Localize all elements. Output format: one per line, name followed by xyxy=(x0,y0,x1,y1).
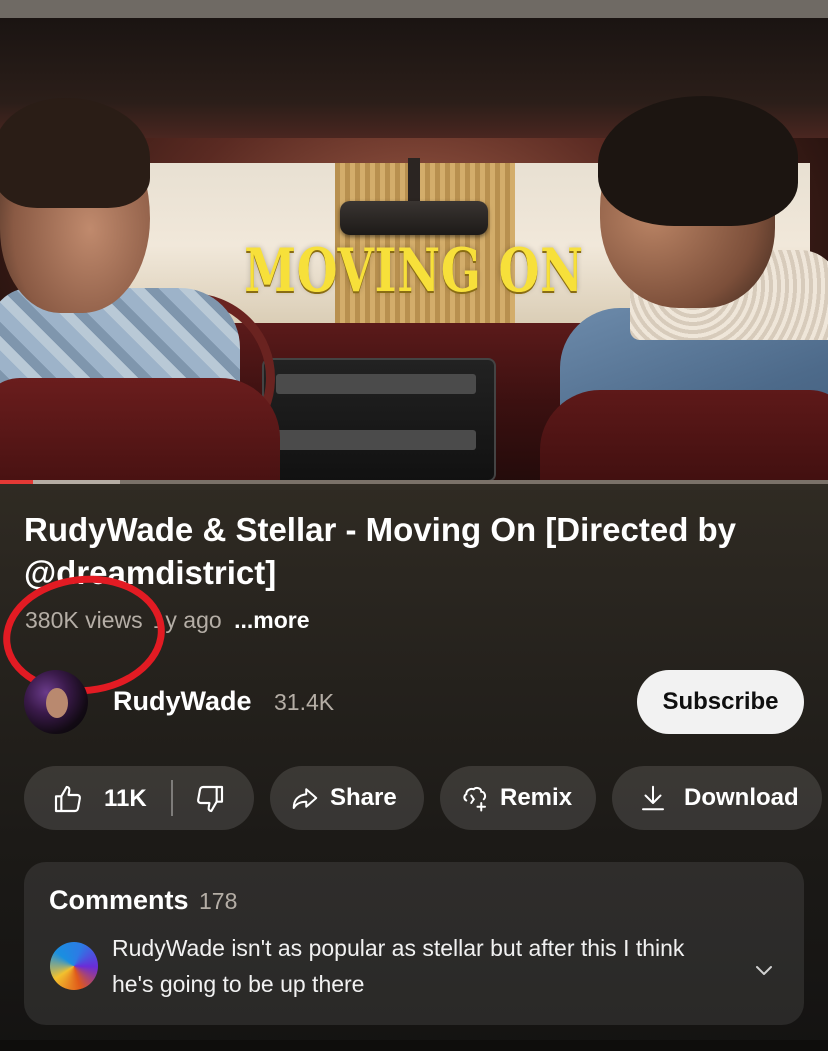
video-scene-console-panel xyxy=(276,374,476,394)
comments-panel[interactable]: Comments 178 RudyWade isn't as popular a… xyxy=(24,862,804,1025)
channel-avatar[interactable] xyxy=(24,670,88,734)
download-icon xyxy=(642,785,664,811)
share-arrow-icon xyxy=(292,788,318,809)
status-strip xyxy=(0,0,828,18)
channel-name[interactable]: RudyWade xyxy=(113,686,252,717)
remix-button[interactable]: Remix xyxy=(440,766,596,830)
remix-icon xyxy=(463,786,487,812)
commenter-avatar xyxy=(50,942,98,990)
video-scene-mirror xyxy=(340,201,488,235)
video-scene-seat-right xyxy=(540,390,828,482)
thumbs-down-icon xyxy=(197,785,224,813)
download-label: Download xyxy=(684,784,799,811)
share-label: Share xyxy=(330,784,397,811)
like-divider xyxy=(171,780,173,816)
video-scene-seat-left xyxy=(0,378,280,482)
comments-count: 178 xyxy=(198,888,238,914)
video-player[interactable]: MOVING ON xyxy=(0,18,828,482)
like-count: 11K xyxy=(104,785,147,812)
share-button[interactable]: Share xyxy=(270,766,424,830)
top-comment-text: RudyWade isn't as popular as stellar but… xyxy=(112,935,685,997)
more-link[interactable]: ...more xyxy=(234,607,309,633)
download-button[interactable]: Download xyxy=(612,766,822,830)
video-scene-mirror-stem xyxy=(408,158,420,203)
channel-row: RudyWade 31.4K Subscribe xyxy=(24,670,804,734)
subscriber-count: 31.4K xyxy=(274,689,335,715)
comments-title: Comments xyxy=(49,885,189,915)
subscribe-button[interactable]: Subscribe xyxy=(637,670,804,734)
chevron-down-icon[interactable] xyxy=(752,958,776,982)
thumbs-up-icon xyxy=(54,785,81,813)
video-scene-person-right-hair xyxy=(598,96,798,226)
like-button[interactable]: 11K xyxy=(52,783,147,815)
remix-label: Remix xyxy=(500,784,573,811)
like-dislike-chip: 11K xyxy=(24,766,254,830)
dislike-button[interactable] xyxy=(194,783,226,815)
bottom-strip xyxy=(0,1040,828,1051)
video-scene-console xyxy=(262,358,496,482)
video-overlay-title: MOVING ON xyxy=(244,236,584,306)
video-progress-bar[interactable] xyxy=(0,480,828,484)
video-scene-console-panel xyxy=(276,430,476,450)
comments-header: Comments 178 xyxy=(49,885,237,916)
video-title[interactable]: RudyWade & Stellar - Moving On [Directed… xyxy=(24,508,814,594)
progress-played xyxy=(0,480,34,484)
